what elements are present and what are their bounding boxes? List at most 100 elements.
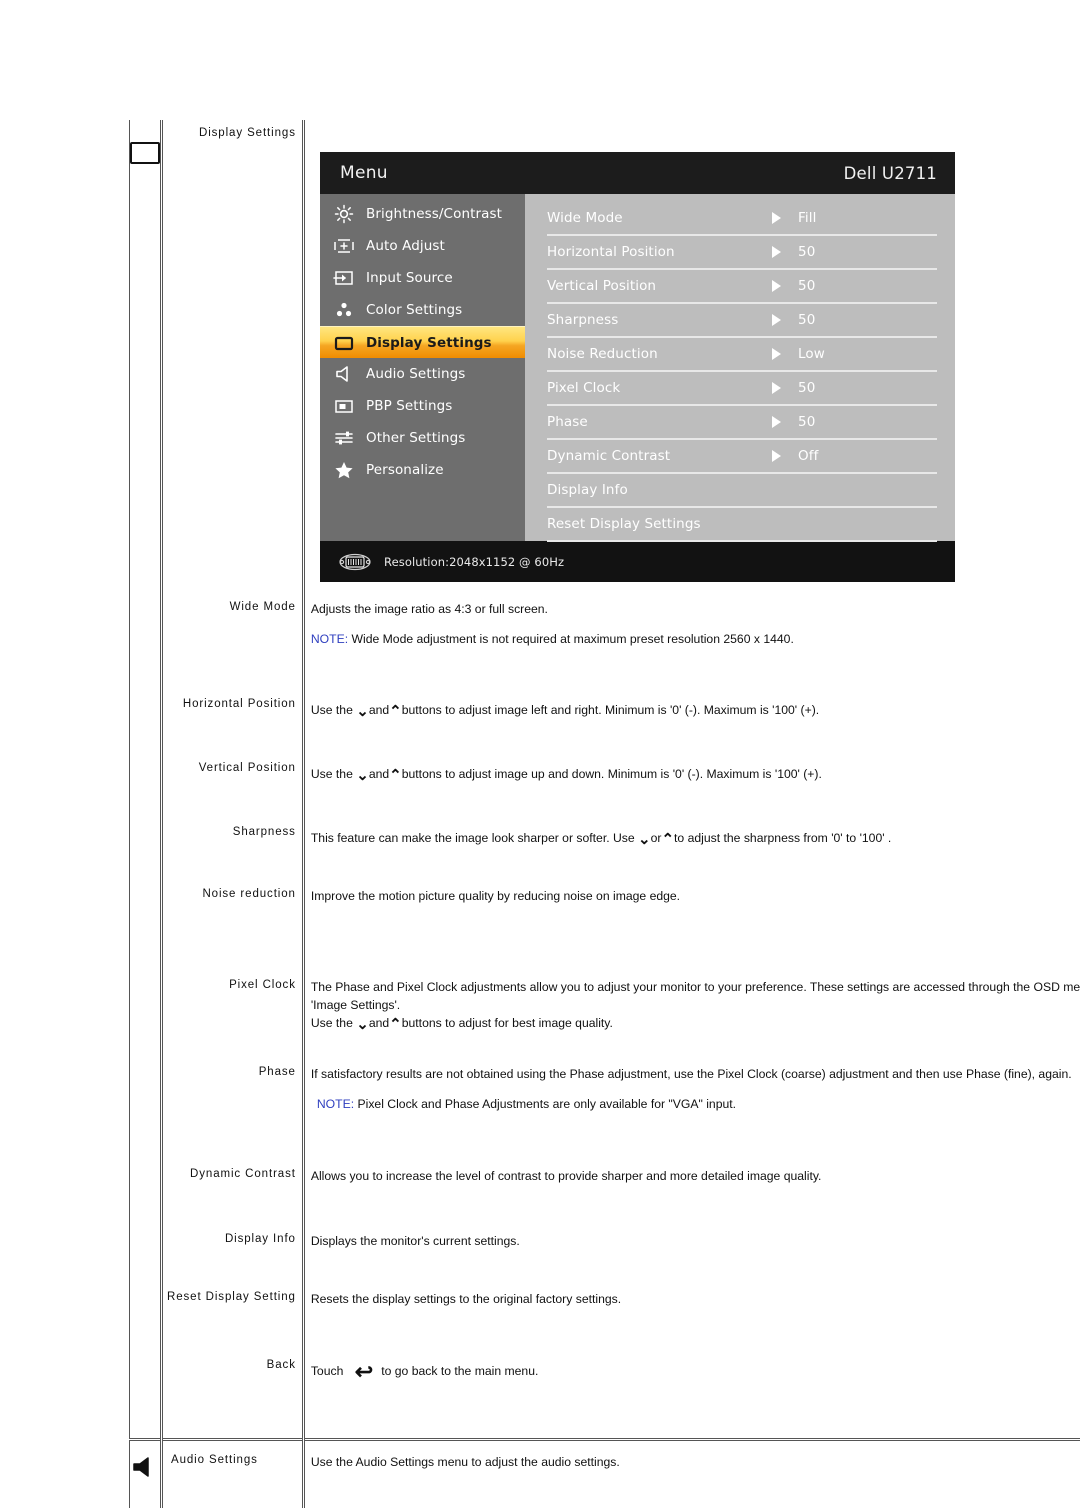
sidebar-item-personalize[interactable]: Personalize [320,454,525,486]
reset-display-setting-desc: Resets the display settings to the origi… [311,1290,1080,1308]
osd-row-value: 50 [798,380,937,396]
wide-mode-note: NOTE: Wide Mode adjustment is not requir… [311,630,1080,648]
row-desc-cell: This feature can make the image look sha… [303,809,1080,873]
row-label-cell: Back [162,1336,304,1440]
osd-row-label: Dynamic Contrast [547,448,772,464]
table-row-sharpness: Sharpness This feature can make the imag… [130,809,1080,873]
row-label-horizontal-position: Horizontal Position [167,697,296,713]
osd-row-label: Phase [547,414,772,430]
phase-line1: If satisfactory results are not obtained… [311,1065,1080,1083]
down-arrow-icon: ⌄ [356,767,369,784]
osd-row-phase[interactable]: Phase 50 [547,406,937,440]
section-title-cell: Display Settings [162,120,304,594]
sidebar-item-display-settings[interactable]: Display Settings [320,326,525,358]
osd-row-noise-reduction[interactable]: Noise Reduction Low [547,338,937,372]
desc-pre: Use the [311,703,356,717]
section-icon-cell [130,120,162,1440]
desc-pre: Touch [311,1364,347,1378]
sidebar-item-label: Personalize [366,462,444,478]
color-settings-icon [332,299,356,321]
row-desc-cell: If satisfactory results are not obtained… [303,1051,1080,1156]
sidebar-item-color-settings[interactable]: Color Settings [320,294,525,326]
audio-section-title: Audio Settings [167,1453,296,1469]
horizontal-position-desc: Use the ⌄and⌃buttons to adjust image lef… [311,701,1080,719]
audio-section-desc-cell: Use the Audio Settings menu to adjust th… [303,1440,1080,1508]
row-desc-cell: The Phase and Pixel Clock adjustments al… [303,956,1080,1051]
section-title: Display Settings [167,126,296,142]
vertical-position-desc: Use the ⌄and⌃buttons to adjust image up … [311,765,1080,783]
row-desc-cell: Improve the motion picture quality by re… [303,873,1080,955]
osd-row-value: 50 [798,278,937,294]
table-row-vertical-position: Vertical Position Use the ⌄and⌃buttons t… [130,745,1080,809]
table-row-phase: Phase If satisfactory results are not ob… [130,1051,1080,1156]
table-row-noise-reduction: Noise reduction Improve the motion pictu… [130,873,1080,955]
sliders-icon [332,427,356,449]
desc-post: buttons to adjust for best image quality… [402,1016,613,1030]
osd-row-dynamic-contrast[interactable]: Dynamic Contrast Off [547,440,937,474]
row-desc-cell: Resets the display settings to the origi… [303,1278,1080,1336]
osd-row-reset-display-settings[interactable]: Reset Display Settings [547,508,937,542]
row-label-dynamic-contrast: Dynamic Contrast [167,1167,296,1183]
osd-row-value: Low [798,346,937,362]
osd-row-display-info[interactable]: Display Info [547,474,937,508]
row-label-vertical-position: Vertical Position [167,761,296,777]
desc-post: buttons to adjust image left and right. … [402,703,819,717]
table-row-display-info: Display Info Displays the monitor's curr… [130,1220,1080,1278]
row-desc-cell: Displays the monitor's current settings. [303,1220,1080,1278]
osd-row-wide-mode[interactable]: Wide Mode Fill [547,202,937,236]
osd-row-label: Horizontal Position [547,244,772,260]
osd-row-pixel-clock[interactable]: Pixel Clock 50 [547,372,937,406]
row-label-phase: Phase [167,1065,296,1081]
up-arrow-icon: ⌃ [389,767,402,784]
osd-row-sharpness[interactable]: Sharpness 50 [547,304,937,338]
back-arrow-icon: ↩ [347,1359,381,1384]
sidebar-item-input-source[interactable]: Input Source [320,262,525,294]
vga-connector-icon [338,553,372,571]
osd-body: Brightness/Contrast Auto Ad [320,194,955,541]
chevron-right-icon [772,348,798,360]
sidebar-item-brightness-contrast[interactable]: Brightness/Contrast [320,198,525,230]
table-row-wide-mode: Wide Mode Adjusts the image ratio as 4:3… [130,594,1080,675]
sharpness-desc: This feature can make the image look sha… [311,829,1080,847]
osd-row-label: Display Info [547,482,772,498]
row-label-cell: Reset Display Setting [162,1278,304,1336]
desc-mid: and [369,1016,389,1030]
up-arrow-icon: ⌃ [389,703,402,720]
back-desc: Touch ↩to go back to the main menu. [311,1362,1080,1380]
speaker-icon [332,363,356,385]
sidebar-item-auto-adjust[interactable]: Auto Adjust [320,230,525,262]
table-row-pixel-clock: Pixel Clock The Phase and Pixel Clock ad… [130,956,1080,1051]
desc-pre: This feature can make the image look sha… [311,831,638,845]
osd-resolution-text: Resolution:2048x1152 @ 60Hz [384,555,564,569]
auto-adjust-icon [332,235,356,257]
up-arrow-icon: ⌃ [661,831,674,848]
input-source-icon [332,267,356,289]
sidebar-item-label: Display Settings [366,335,492,351]
sidebar-item-label: PBP Settings [366,398,452,414]
osd-row-label: Pixel Clock [547,380,772,396]
chevron-right-icon [772,280,798,292]
row-label-cell: Dynamic Contrast [162,1155,304,1219]
sidebar-item-label: Brightness/Contrast [366,206,502,222]
osd-row-value: 50 [798,312,937,328]
osd-row-value: 50 [798,244,937,260]
audio-section-title-cell: Audio Settings [162,1440,304,1508]
table-row-horizontal-position: Horizontal Position Use the ⌄and⌃buttons… [130,675,1080,745]
sidebar-item-pbp-settings[interactable]: PBP Settings [320,390,525,422]
row-label-cell: Noise reduction [162,873,304,955]
speaker-icon [130,1455,160,1479]
note-tag: NOTE: [311,632,348,646]
osd-footer: Resolution:2048x1152 @ 60Hz [320,541,955,582]
pixel-clock-line2: 'Image Settings'. [311,996,1080,1014]
sidebar-item-other-settings[interactable]: Other Settings [320,422,525,454]
wide-mode-line1: Adjusts the image ratio as 4:3 or full s… [311,600,1080,618]
sidebar-item-label: Audio Settings [366,366,465,382]
desc-pre: Use the [311,767,356,781]
osd-sidebar: Brightness/Contrast Auto Ad [320,194,525,541]
osd-row-vertical-position[interactable]: Vertical Position 50 [547,270,937,304]
pixel-clock-line1: The Phase and Pixel Clock adjustments al… [311,978,1080,996]
display-settings-icon [332,332,356,354]
row-label-cell: Phase [162,1051,304,1156]
sidebar-item-audio-settings[interactable]: Audio Settings [320,358,525,390]
osd-row-horizontal-position[interactable]: Horizontal Position 50 [547,236,937,270]
